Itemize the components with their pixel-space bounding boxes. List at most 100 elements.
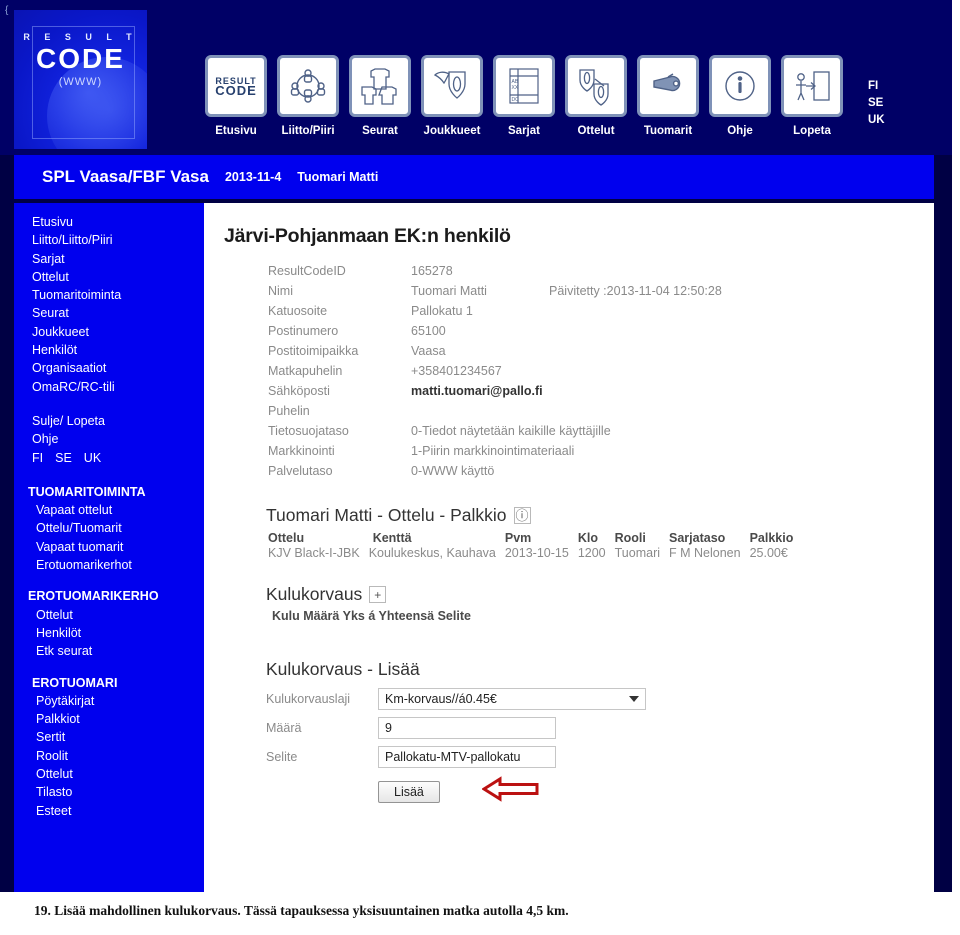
sidebar-lang-fi[interactable]: FI [32,449,43,467]
top-lang-uk[interactable]: UK [868,112,885,129]
sidebar-item-joukkueet[interactable]: Joukkueet [32,323,204,341]
detail-label: Puhelin [268,404,310,418]
nav-label: Etusivu [215,125,257,137]
sidebar-item-palkkiot[interactable]: Palkkiot [32,710,204,728]
sidebar-item-ottelut[interactable]: Ottelut [32,268,204,286]
top-lang-fi[interactable]: FI [868,78,885,95]
nav-item-tuomarit[interactable]: Tuomarit [637,55,699,137]
sidebar-lang-se[interactable]: SE [55,449,72,467]
form-row-kulukorvauslaji: Kulukorvauslaji Km-korvaus//á0.45€ [266,688,934,710]
sidebar-item-etusivu[interactable]: Etusivu [32,213,204,231]
two-shields-icon[interactable] [565,55,627,117]
sidebar-item-sertit[interactable]: Sertit [32,728,204,746]
sidebar-item-etk-henkilot[interactable]: Henkilöt [32,624,204,642]
top-language-switcher: FI SE UK [868,78,885,129]
lisaa-submit-button[interactable]: Lisää [378,780,440,803]
sidebar-lang-uk[interactable]: UK [84,449,101,467]
sidebar-item-et-ottelut[interactable]: Ottelut [32,765,204,783]
resultcode-logo[interactable]: R E S U L T CODE (WWW) [14,10,147,149]
detail-label: Matkapuhelin [268,364,343,378]
sidebar-item-sulje-lopeta[interactable]: Sulje/ Lopeta [32,412,204,430]
nav-label: Ottelut [577,125,615,137]
nav-label: Joukkueet [423,125,481,137]
sidebar-item-poytakirjat[interactable]: Pöytäkirjat [32,692,204,710]
sidebar-item-tuomaritoiminta[interactable]: Tuomaritoiminta [32,286,204,304]
people-circle-icon[interactable] [277,55,339,117]
sidebar-item-etk-ottelut[interactable]: Ottelut [32,606,204,624]
sidebar-item-vapaat-tuomarit[interactable]: Vapaat tuomarit [32,538,204,556]
resultcode-logo-icon[interactable]: RESULT CODE [205,55,267,117]
shield-flag-icon[interactable] [421,55,483,117]
sidebar-item-tilasto[interactable]: Tilasto [32,783,204,801]
exit-door-icon[interactable] [781,55,843,117]
standings-table-icon[interactable]: AB XX DC [493,55,555,117]
sidebar-item-esteet[interactable]: Esteet [32,802,204,820]
kulukorvauslaji-select[interactable]: Km-korvaus//á0.45€ [378,688,646,710]
maara-input[interactable]: 9 [378,717,556,739]
sidebar-item-vapaat-ottelut[interactable]: Vapaat ottelut [32,501,204,519]
detail-row: Tietosuojataso 0-Tiedot näytetään kaikil… [268,421,722,441]
form-row-selite: Selite Pallokatu-MTV-pallokatu [266,746,934,768]
nav-item-joukkueet[interactable]: Joukkueet [421,55,483,137]
info-circle-icon[interactable]: ⓘ [513,507,531,524]
detail-extra [549,341,722,361]
detail-label: ResultCodeID [268,264,346,278]
whistle-icon[interactable] [637,55,699,117]
chevron-down-icon [629,696,639,702]
sidebar-item-omarc[interactable]: OmaRC/RC-tili [32,378,204,396]
nav-label: Seurat [362,125,398,137]
detail-label: Tietosuojataso [268,424,349,438]
nav-item-ottelut[interactable]: Ottelut [565,55,627,137]
nav-item-lopeta[interactable]: Lopeta [781,55,843,137]
nav-item-etusivu[interactable]: RESULT CODE Etusivu [205,55,267,137]
detail-value: 1-Piirin markkinointimateriaali [411,444,575,458]
label-maara: Määrä [266,721,302,735]
sidebar-item-ohje[interactable]: Ohje [32,430,204,448]
nav-item-liitto-piiri[interactable]: Liitto/Piiri [277,55,339,137]
sidebar-item-etk-seurat[interactable]: Etk seurat [32,642,204,660]
detail-label: Katuosoite [268,304,328,318]
sidebar-item-liitto-piiri[interactable]: Liitto/Liitto/Piiri [32,231,204,249]
current-date: 2013-11-4 [224,170,282,184]
detail-value: 65100 [411,324,446,338]
shirts-icon[interactable] [349,55,411,117]
nav-label: Liitto/Piiri [281,125,335,137]
expense-columns-header: Kulu Määrä Yks á Yhteensä Selite [272,609,471,623]
nav-item-ohje[interactable]: Ohje [709,55,771,137]
table-header-row: Ottelu Kenttä Pvm Klo Rooli Sarjataso Pa… [268,531,802,546]
nav-item-seurat[interactable]: Seurat [349,55,411,137]
info-circle-icon[interactable] [709,55,771,117]
expense-section-title: Kulukorvaus + [266,584,934,605]
top-lang-se[interactable]: SE [868,95,885,112]
col-palkkio: Palkkio [749,531,794,545]
logo-line-code: CODE [36,43,125,74]
sidebar-item-henkilot[interactable]: Henkilöt [32,341,204,359]
sidebar-item-organisaatiot[interactable]: Organisaatiot [32,359,204,377]
sidebar-item-roolit[interactable]: Roolit [32,747,204,765]
logo-line-www: (WWW) [58,76,103,88]
nav-label: Ohje [727,125,753,137]
sidebar-item-sarjat[interactable]: Sarjat [32,250,204,268]
sidebar-item-erotuomarikerhot[interactable]: Erotuomarikerhot [32,556,204,574]
form-actions: Lisää [378,775,934,808]
sidebar-item-ottelu-tuomarit[interactable]: Ottelu/Tuomarit [32,519,204,537]
resultcode-mark: RESULT CODE [215,76,257,98]
nav-item-sarjat[interactable]: AB XX DC Sarjat [493,55,555,137]
selite-input[interactable]: Pallokatu-MTV-pallokatu [378,746,556,768]
detail-row: Katuosoite Pallokatu 1 [268,301,722,321]
match-fee-title-text: Tuomari Matti - Ottelu - Palkkio [266,505,507,525]
sidebar-item-seurat[interactable]: Seurat [32,304,204,322]
logo-line-result: R E S U L T [23,32,138,42]
detail-row: Matkapuhelin +358401234567 [268,361,722,381]
detail-value: 0-WWW käyttö [411,464,495,478]
expense-form-title: Kulukorvaus - Lisää [266,659,420,679]
plus-square-icon[interactable]: + [369,586,387,603]
table-row[interactable]: KJV Black-I-JBK Koulukeskus, Kauhava 201… [268,546,802,560]
detail-extra [549,301,722,321]
detail-extra [549,361,722,381]
detail-row: Nimi Tuomari Matti Päivitetty :2013-11-0… [268,281,722,301]
detail-label: Palvelutaso [268,464,333,478]
